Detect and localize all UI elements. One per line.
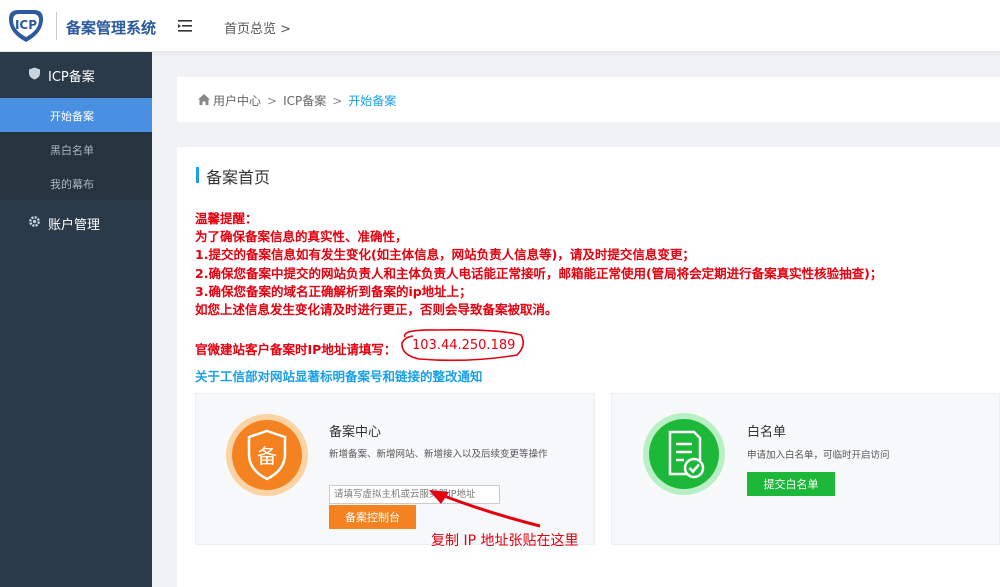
notice-line: 2.确保您备案中提交的网站负责人和主体负责人电话能正常接听，邮箱能正常使用(管局… bbox=[195, 265, 883, 281]
sidebar-group-label: 账户管理 bbox=[48, 218, 101, 233]
top-header: ICP 备案管理系统 首页总览 > bbox=[0, 0, 1000, 52]
home-icon bbox=[198, 94, 210, 105]
breadcrumb-separator: > bbox=[332, 94, 343, 108]
whitelist-panel: 白名单 申请加入白名单，可临时开启访问 提交白名单 bbox=[611, 393, 1000, 545]
header-breadcrumb[interactable]: 首页总览 > bbox=[224, 18, 291, 37]
title-accent-bar bbox=[196, 167, 199, 183]
sidebar-item-label: 黑白名单 bbox=[50, 144, 94, 157]
filing-badge-icon: 备 bbox=[226, 414, 308, 496]
annotation-arrow-icon bbox=[429, 490, 541, 528]
filing-center-title: 备案中心 bbox=[329, 425, 382, 440]
sidebar-item-my-curtain[interactable]: 我的幕布 bbox=[0, 166, 152, 200]
ip-highlight-circle bbox=[401, 329, 525, 362]
sidebar-item-blacklist-whitelist[interactable]: 黑白名单 bbox=[0, 132, 152, 166]
breadcrumb-user-center[interactable]: 用户中心 bbox=[213, 94, 261, 108]
sidebar-group-label: ICP备案 bbox=[48, 70, 95, 85]
annotation-text: 复制 IP 地址张贴在这里 bbox=[431, 533, 579, 549]
badge-char: 备 bbox=[257, 444, 277, 468]
logo-divider bbox=[56, 12, 57, 40]
notice-line: 为了确保备案信息的真实性、准确性， bbox=[195, 229, 408, 245]
filing-console-button[interactable]: 备案控制台 bbox=[329, 505, 416, 529]
notice-line: 如您上述信息发生变化请及时进行更正，否则会导致备案被取消。 bbox=[195, 302, 558, 318]
logo-text: ICP bbox=[15, 18, 37, 32]
rectification-notice-link[interactable]: 关于工信部对网站显著标明备案号和链接的整改通知 bbox=[195, 366, 483, 385]
sidebar-group-account[interactable]: 账户管理 bbox=[0, 200, 152, 244]
notice-line: 3.确保您备案的域名正确解析到备案的ip地址上； bbox=[195, 283, 472, 299]
main-content: 备案首页 温馨提醒： 为了确保备案信息的真实性、准确性， 1.提交的备案信息如有… bbox=[177, 147, 1000, 587]
reminder-notice: 温馨提醒： 为了确保备案信息的真实性、准确性， 1.提交的备案信息如有发生变化(… bbox=[195, 210, 882, 319]
submit-whitelist-button[interactable]: 提交白名单 bbox=[747, 472, 835, 496]
sidebar-item-start-filing[interactable]: 开始备案 bbox=[0, 98, 152, 132]
sidebar: ICP备案 开始备案 黑白名单 我的幕布 账户管理 bbox=[0, 52, 152, 587]
notice-line: 1.提交的备案信息如有发生变化(如主体信息，网站负责人信息等)，请及时提交信息变… bbox=[195, 247, 695, 263]
shield-icon bbox=[29, 67, 40, 80]
whitelist-document-icon bbox=[643, 413, 725, 495]
breadcrumb: 用户中心 > ICP备案 > 开始备案 bbox=[177, 77, 1000, 122]
filing-center-desc: 新增备案、新增网站、新增接入以及后续变更等操作 bbox=[329, 449, 548, 460]
icp-logo-icon[interactable]: ICP bbox=[6, 7, 46, 45]
notice-line: 温馨提醒： bbox=[195, 211, 258, 226]
ip-label: 官微建站客户备案时IP地址请填写： bbox=[195, 342, 397, 357]
breadcrumb-icp[interactable]: ICP备案 bbox=[283, 94, 326, 108]
sidebar-item-label: 我的幕布 bbox=[50, 178, 94, 191]
breadcrumb-separator: > bbox=[267, 94, 278, 108]
menu-toggle-icon[interactable] bbox=[177, 18, 193, 34]
sidebar-group-icp[interactable]: ICP备案 bbox=[0, 52, 152, 96]
page-title: 备案首页 bbox=[206, 168, 271, 187]
sidebar-item-label: 开始备案 bbox=[50, 110, 94, 123]
whitelist-title: 白名单 bbox=[747, 425, 787, 440]
app-name: 备案管理系统 bbox=[66, 19, 157, 37]
gear-icon bbox=[29, 216, 40, 227]
breadcrumb-current: 开始备案 bbox=[348, 94, 397, 108]
whitelist-desc: 申请加入白名单，可临时开启访问 bbox=[747, 450, 890, 461]
